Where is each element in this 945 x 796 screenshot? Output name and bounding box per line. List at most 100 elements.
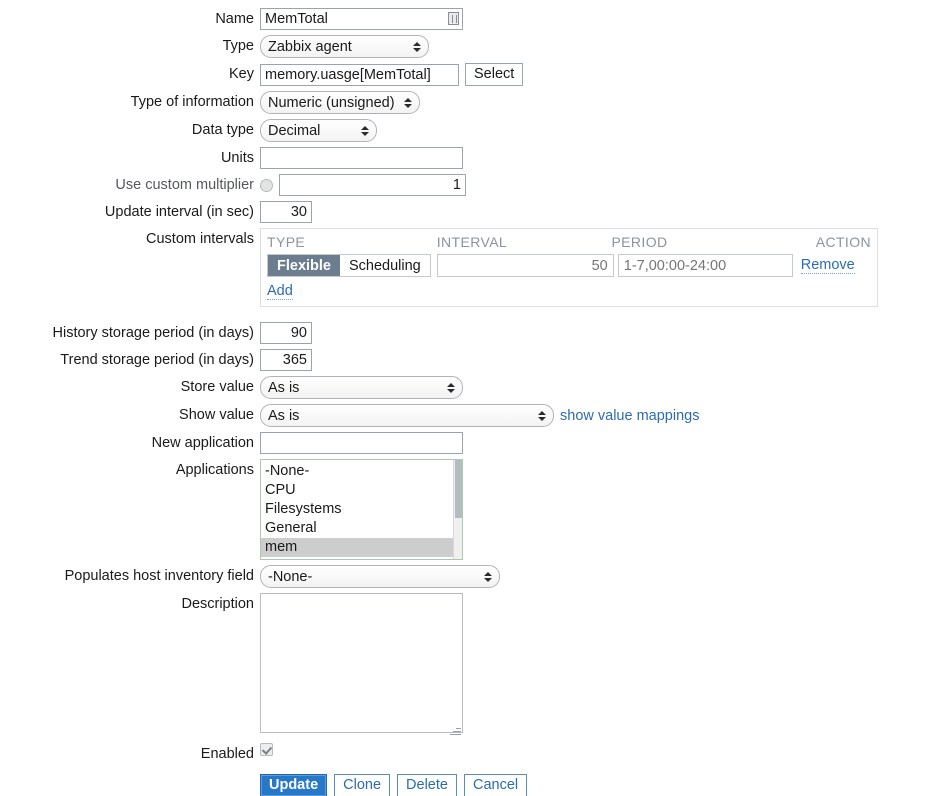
form-actions: Update Clone Delete Cancel [260,774,945,796]
row-update-interval: Update interval (in sec) [0,201,945,223]
field-host-inventory: -None- [260,565,945,588]
select-arrows-icon [484,571,492,582]
remove-interval-link[interactable]: Remove [800,257,855,274]
header-interval: INTERVAL [436,234,508,250]
label-key: Key [229,66,254,82]
type-of-information-select[interactable]: Numeric (unsigned) [260,91,420,114]
row-data-type: Data type Decimal [0,119,945,142]
field-new-application [260,432,945,454]
row-description: Description [0,593,945,738]
row-show-value: Show value As is show value mappings [0,404,945,427]
field-enabled [260,743,945,756]
application-option-mem[interactable]: mem [261,538,462,557]
row-type-of-information: Type of information Numeric (unsigned) [0,91,945,114]
enabled-checkbox[interactable] [260,743,273,756]
field-trend-storage [260,349,945,371]
description-wrapper [260,593,463,738]
item-configuration-form: Name Type Zabbix agent Key Select Type o… [0,0,945,796]
field-units [260,147,945,169]
select-key-button[interactable]: Select [465,63,524,86]
host-inventory-value: -None- [268,568,313,585]
data-type-select[interactable]: Decimal [260,119,377,142]
type-select-value: Zabbix agent [268,38,352,55]
clone-button[interactable]: Clone [334,774,391,796]
applications-listbox[interactable]: -None- CPU Filesystems General mem [260,459,463,560]
name-input-wrapper [260,8,463,30]
update-interval-input[interactable] [260,201,312,223]
label-type-of-information: Type of information [130,94,254,110]
application-option-none[interactable]: -None- [261,462,462,481]
applications-scrollbar-thumb[interactable] [455,460,462,518]
select-arrows-icon [361,125,369,136]
row-enabled: Enabled [0,743,945,765]
row-store-value: Store value As is [0,376,945,399]
update-button[interactable]: Update [260,774,328,796]
type-select[interactable]: Zabbix agent [260,35,429,58]
select-arrows-icon [403,97,412,108]
select-arrows-icon [538,410,546,421]
interval-type-flexible[interactable]: Flexible [268,255,340,276]
label-custom-intervals: Custom intervals [146,231,254,247]
field-history-storage [260,322,945,344]
key-input[interactable] [260,63,459,86]
field-store-value: As is [260,376,945,399]
label-description: Description [181,596,254,612]
applications-scrollbar[interactable] [453,460,462,559]
show-value-mappings-link[interactable]: show value mappings [560,408,699,424]
show-value-value: As is [268,407,300,424]
description-textarea[interactable] [260,593,463,733]
history-storage-input[interactable] [260,322,312,344]
label-use-custom-multiplier: Use custom multiplier [115,177,254,193]
field-type-of-information: Numeric (unsigned) [260,91,945,114]
row-history-storage: History storage period (in days) [0,322,945,344]
label-update-interval: Update interval (in sec) [104,204,254,220]
label-applications: Applications [175,462,254,478]
application-option-cpu[interactable]: CPU [261,481,462,500]
new-application-input[interactable] [260,432,463,454]
row-use-custom-multiplier: Use custom multiplier [0,174,945,196]
cancel-button[interactable]: Cancel [463,774,528,796]
row-new-application: New application [0,432,945,454]
application-option-filesystems[interactable]: Filesystems [261,500,462,519]
label-show-value: Show value [179,407,254,423]
period-input[interactable] [617,254,793,277]
row-units: Units [0,147,945,169]
application-option-general[interactable]: General [261,519,462,538]
custom-interval-row: Flexible Scheduling Remove [267,254,871,277]
use-custom-multiplier-checkbox[interactable] [260,178,273,192]
field-description [260,593,945,738]
show-value-select[interactable]: As is [260,404,554,427]
add-interval-row: Add [267,282,871,300]
interval-input[interactable] [436,254,614,277]
field-update-interval [260,201,945,223]
custom-multiplier-input[interactable] [279,174,466,196]
row-buttons: Update Clone Delete Cancel [0,765,945,796]
row-key: Key Select [0,63,945,86]
label-trend-storage: Trend storage period (in days) [60,352,254,368]
interval-type-scheduling[interactable]: Scheduling [340,255,430,276]
row-name: Name [0,8,945,30]
custom-intervals-header: TYPE INTERVAL PERIOD ACTION [267,233,871,254]
trend-storage-input[interactable] [260,349,312,371]
header-action: ACTION [815,234,871,250]
row-host-inventory: Populates host inventory field -None- [0,565,945,588]
field-name [260,8,945,30]
store-value-select[interactable]: As is [260,376,463,399]
header-type: TYPE [267,234,306,250]
label-type: Type [222,38,254,54]
add-interval-link[interactable]: Add [267,283,293,300]
label-store-value: Store value [180,379,254,395]
store-value-value: As is [268,379,300,396]
field-key: Select [260,63,945,86]
host-inventory-select[interactable]: -None- [260,565,500,588]
data-type-value: Decimal [268,122,321,139]
field-marker-icon [448,12,459,25]
delete-button[interactable]: Delete [397,774,457,796]
field-applications: -None- CPU Filesystems General mem [260,459,945,560]
interval-type-toggle[interactable]: Flexible Scheduling [267,254,431,277]
field-use-custom-multiplier [260,174,945,196]
name-input[interactable] [260,8,463,30]
select-arrows-icon [447,382,455,393]
units-input[interactable] [260,147,463,169]
